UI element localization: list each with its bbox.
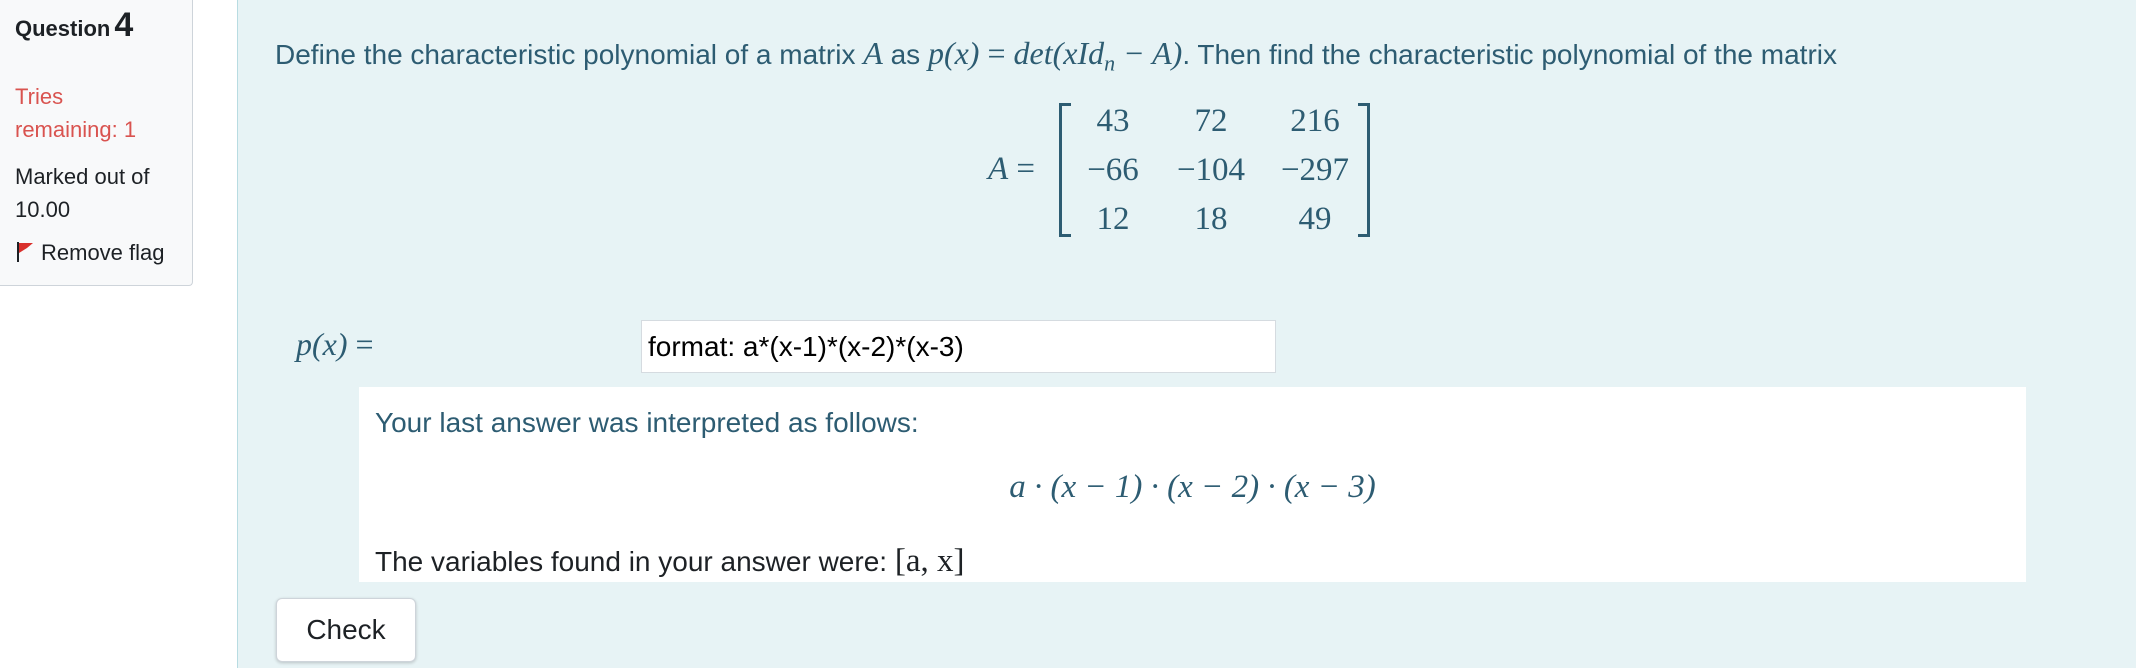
question-outro: . Then find the characteristic polynomia… xyxy=(1182,39,1838,70)
matrix-display: A = 43 72 216 −66 −104 −297 12 18 49 xyxy=(988,103,1388,237)
def-eq: = xyxy=(979,35,1014,71)
matrix-lhs: A = xyxy=(988,151,1035,188)
question-info-panel: Question 4 Tries remaining: 1 Marked out … xyxy=(0,0,193,286)
question-text: Define the characteristic polynomial of … xyxy=(275,35,1837,77)
matrix-cell: −297 xyxy=(1280,152,1350,188)
matrix-cell: 12 xyxy=(1096,201,1130,237)
question-number-value: 4 xyxy=(114,6,134,44)
question-number: Question 4 xyxy=(15,6,133,45)
matrix-cell: 49 xyxy=(1298,201,1332,237)
def-rhs-a: det(xId xyxy=(1013,35,1105,71)
matrix-eq-sign: = xyxy=(1008,151,1036,187)
matrix-cell: −66 xyxy=(1087,152,1139,188)
feedback-title: Your last answer was interpreted as foll… xyxy=(375,407,919,438)
feedback-vars-text: The variables found in your answer were: xyxy=(375,546,895,577)
answer-label-eq: = xyxy=(347,326,374,362)
matrix-cell: −104 xyxy=(1176,152,1246,188)
remove-flag-label: Remove flag xyxy=(41,240,165,265)
question-intro: Define the characteristic polynomial of … xyxy=(275,39,864,70)
matrix-right-bracket xyxy=(1358,103,1370,237)
answer-label: p(x) = xyxy=(296,326,374,363)
marked-out-of: Marked out of 10.00 xyxy=(15,164,150,222)
answer-row: p(x) = xyxy=(296,320,1276,373)
feedback-variables: The variables found in your answer were:… xyxy=(375,543,964,580)
matrix-cell: 72 xyxy=(1194,103,1228,139)
def-rhs-b: − A) xyxy=(1115,35,1183,71)
feedback-vars-value: [a, x] xyxy=(894,543,965,579)
feedback-expression-text: a · (x − 1) · (x − 2) · (x − 3) xyxy=(1009,469,1376,505)
def-lhs: p(x) xyxy=(927,35,980,71)
matrix-var: A xyxy=(863,35,883,71)
as-text: as xyxy=(882,39,928,70)
flag-icon xyxy=(15,240,41,265)
question-content: Define the characteristic polynomial of … xyxy=(237,0,2136,668)
answer-input[interactable] xyxy=(641,320,1276,373)
matrix-name: A xyxy=(988,151,1009,187)
matrix-cell: 43 xyxy=(1096,103,1130,139)
matrix-cell: 18 xyxy=(1194,201,1228,237)
tries-remaining: Tries remaining: 1 xyxy=(15,84,137,142)
question-label: Question xyxy=(15,16,111,41)
def-rhs-sub: n xyxy=(1104,50,1116,76)
check-button[interactable]: Check xyxy=(276,598,416,662)
answer-label-func: p(x) xyxy=(296,326,348,362)
feedback-expression: a · (x − 1) · (x − 2) · (x − 3) xyxy=(359,469,2026,506)
matrix-cell: 216 xyxy=(1290,103,1340,139)
remove-flag-button[interactable]: Remove flag xyxy=(15,240,165,266)
answer-feedback: Your last answer was interpreted as foll… xyxy=(359,387,2026,582)
